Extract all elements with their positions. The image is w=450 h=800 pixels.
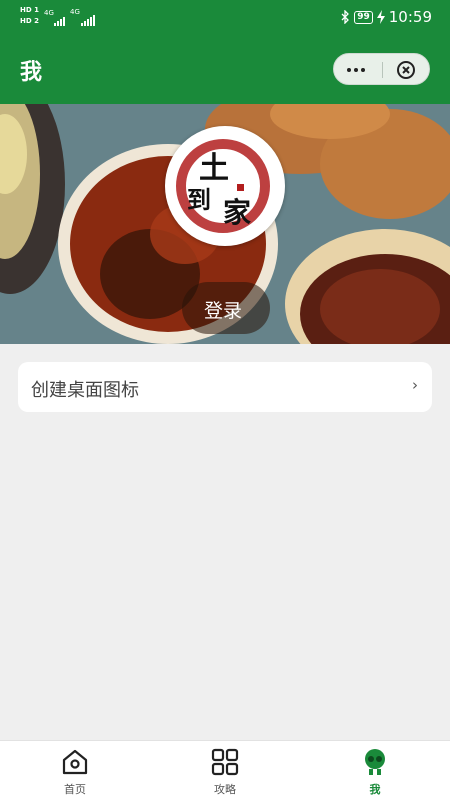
- login-button[interactable]: 登录: [204, 296, 242, 323]
- signal-strength-icon: [81, 15, 95, 26]
- svg-text:家: 家: [223, 196, 251, 229]
- page-title: 我: [20, 60, 43, 85]
- signal-strength-icon: [54, 17, 65, 26]
- battery-indicator: 99: [354, 10, 373, 24]
- tab-label: 我: [369, 783, 381, 796]
- grid-icon: [211, 748, 239, 776]
- network-type-1: 4G: [44, 9, 54, 17]
- tab-bar: 首页 攻略 我: [0, 740, 450, 800]
- network-type-2: 4G: [70, 8, 80, 16]
- home-icon: [62, 749, 88, 775]
- nav-bar: 我: [0, 36, 450, 104]
- signal-group: HD 1 HD 2 4G 4G: [20, 6, 110, 28]
- svg-text:土: 土: [199, 151, 229, 186]
- avatar[interactable]: 土 到 家: [165, 126, 285, 246]
- create-shortcut-item[interactable]: 创建桌面图标 ›: [18, 362, 432, 412]
- more-icon[interactable]: [347, 68, 365, 72]
- bluetooth-icon: [341, 10, 350, 24]
- status-bar: HD 1 HD 2 4G 4G 99 10:59: [0, 0, 450, 36]
- tab-me[interactable]: 我: [300, 741, 450, 800]
- svg-text:到: 到: [187, 185, 211, 214]
- charging-icon: [376, 10, 385, 24]
- tab-home[interactable]: 首页: [0, 741, 150, 800]
- close-icon[interactable]: [396, 60, 416, 80]
- create-shortcut-label: 创建桌面图标: [31, 380, 139, 401]
- tab-guides[interactable]: 攻略: [150, 741, 300, 800]
- mini-program-capsule: [333, 53, 430, 85]
- tab-label: 攻略: [214, 783, 236, 796]
- profile-icon: [365, 749, 385, 775]
- chevron-right-icon: ›: [412, 376, 418, 394]
- status-right: 99 10:59: [340, 8, 432, 26]
- tab-label: 首页: [64, 783, 86, 796]
- clock: 10:59: [388, 8, 432, 26]
- capsule-divider: [382, 62, 383, 78]
- brand-logo: 土 到 家: [176, 139, 270, 233]
- sim2-label: HD 2: [20, 17, 39, 25]
- sim1-label: HD 1: [20, 6, 39, 14]
